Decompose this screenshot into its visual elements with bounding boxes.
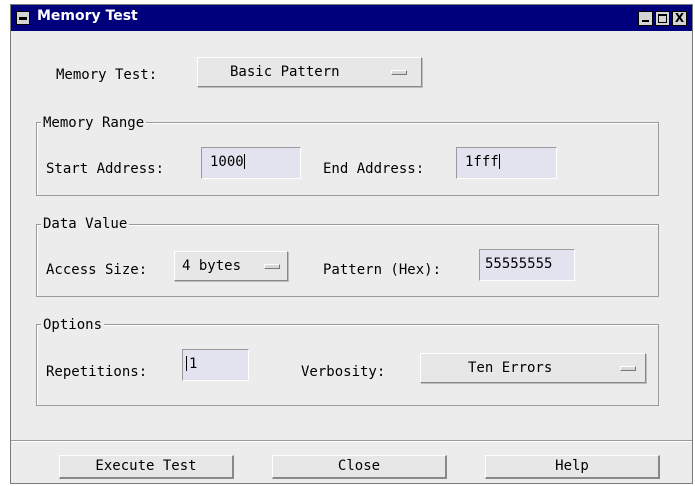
text-cursor [243,154,247,169]
end-address-label: End Address: [323,161,425,177]
repetitions-field[interactable]: 1 [182,349,249,381]
memory-test-window: Memory Test X Memory Test: Basic Pattern… [10,4,693,484]
memory-test-selected: Basic Pattern [230,64,340,80]
window-menu-icon[interactable] [16,11,30,25]
start-address-label: Start Address: [46,161,165,177]
title-bar[interactable]: Memory Test X [11,5,692,31]
start-address-value: 1000 [210,154,244,170]
close-button[interactable]: Close [272,455,447,479]
memory-test-label: Memory Test: [56,67,158,83]
option-menu-indicator-icon [264,264,280,269]
pattern-hex-label: Pattern (Hex): [323,262,442,278]
help-button[interactable]: Help [485,455,660,479]
verbosity-label: Verbosity: [301,364,386,380]
pattern-hex-field[interactable]: 55555555 [479,249,575,281]
maximize-icon[interactable] [655,11,670,26]
repetitions-value: 1 [189,356,198,372]
option-menu-indicator-icon [391,70,407,75]
end-address-field[interactable]: 1fff [456,147,557,179]
end-address-value: 1fff [465,154,499,170]
start-address-field[interactable]: 1000 [201,147,301,179]
execute-test-button[interactable]: Execute Test [59,455,234,479]
text-cursor [498,154,502,169]
data-value-legend: Data Value [41,215,130,233]
close-icon[interactable]: X [672,11,687,26]
options-legend: Options [41,316,105,334]
window-title: Memory Test [37,8,138,24]
access-size-select[interactable]: 4 bytes [174,251,288,281]
repetitions-label: Repetitions: [46,364,148,380]
button-separator [11,440,692,442]
memory-range-group [36,122,659,196]
access-size-selected: 4 bytes [182,258,242,274]
pattern-hex-value: 55555555 [485,256,553,272]
option-menu-indicator-icon [620,366,636,371]
memory-test-select[interactable]: Basic Pattern [197,57,422,87]
minimize-icon[interactable] [638,11,653,26]
verbosity-select[interactable]: Ten Errors [420,353,646,383]
memory-range-legend: Memory Range [41,114,147,132]
verbosity-selected: Ten Errors [468,360,553,376]
access-size-label: Access Size: [46,262,148,278]
